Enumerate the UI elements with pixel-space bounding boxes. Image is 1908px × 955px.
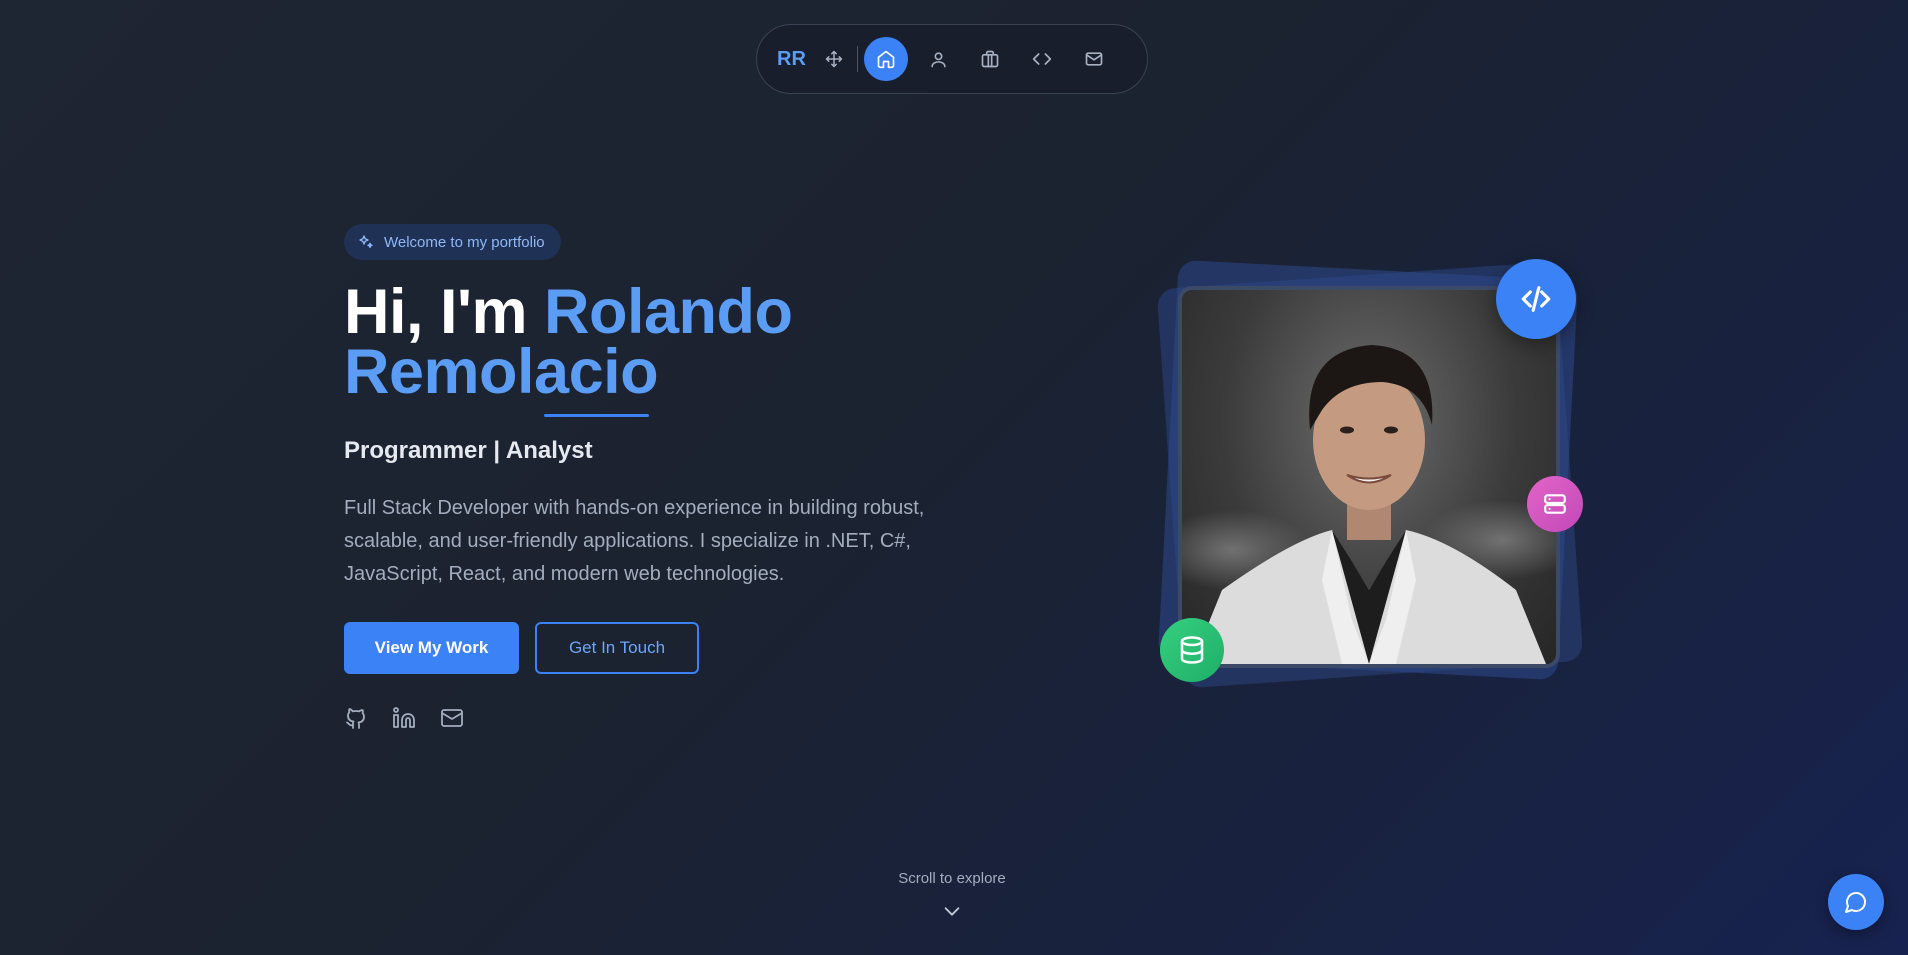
database-icon	[1180, 636, 1204, 664]
profile-photo	[1178, 286, 1560, 668]
top-nav: RR	[756, 24, 1148, 94]
linkedin-icon[interactable]	[392, 706, 416, 730]
briefcase-icon	[981, 50, 999, 68]
database-badge	[1160, 618, 1224, 682]
mail-icon	[1085, 52, 1103, 66]
server-icon	[1544, 494, 1566, 514]
brand-logo[interactable]: RR	[777, 48, 811, 71]
name-underline	[544, 414, 649, 417]
nav-contact-button[interactable]	[1072, 37, 1116, 81]
scroll-hint: Scroll to explore	[898, 870, 1006, 887]
move-icon[interactable]	[817, 37, 851, 81]
server-badge	[1527, 476, 1583, 532]
welcome-badge: Welcome to my portfolio	[344, 224, 561, 260]
sparkles-icon	[359, 235, 373, 248]
chevron-down-icon[interactable]	[941, 900, 963, 922]
nav-divider	[857, 46, 858, 72]
nav-projects-button[interactable]	[1020, 37, 1064, 81]
role-title: Programmer | Analyst	[344, 437, 593, 464]
nav-home-button[interactable]	[864, 37, 908, 81]
nav-about-button[interactable]	[916, 37, 960, 81]
view-my-work-button[interactable]: View My Work	[344, 622, 519, 674]
user-icon	[930, 51, 946, 67]
social-links	[344, 706, 464, 730]
hero-description: Full Stack Developer with hands-on exper…	[344, 497, 925, 585]
code-badge	[1496, 259, 1576, 339]
get-in-touch-button[interactable]: Get In Touch	[535, 622, 699, 674]
welcome-badge-label: Welcome to my portfolio	[384, 233, 545, 251]
home-icon	[877, 50, 895, 69]
github-icon[interactable]	[344, 706, 368, 730]
chat-bubble-icon	[1845, 892, 1866, 913]
nav-experience-button[interactable]	[968, 37, 1012, 81]
hero-headline: Hi, I'm Rolando Remolacio	[344, 281, 793, 404]
email-icon[interactable]	[440, 706, 464, 730]
last-name: Remolacio	[344, 337, 659, 407]
chat-button[interactable]	[1828, 874, 1884, 930]
code-icon	[1032, 53, 1052, 65]
code-icon	[1521, 286, 1551, 312]
